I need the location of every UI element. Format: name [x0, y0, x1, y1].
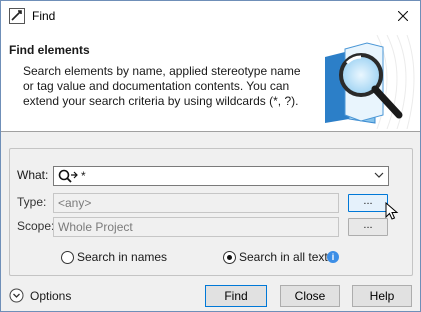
options-label[interactable]: Options [30, 289, 71, 303]
info-icon[interactable]: i [327, 251, 339, 263]
mouse-pointer-icon [385, 202, 399, 220]
header-description: Search elements by name, applied stereot… [23, 64, 301, 108]
search-in-all-texts-radio[interactable] [223, 251, 236, 264]
magnifier-illustration-icon [325, 35, 415, 129]
radio-selected-dot [227, 255, 232, 260]
title-bar: Find [1, 1, 420, 31]
find-button[interactable]: Find [205, 285, 267, 307]
close-button[interactable]: Close [280, 285, 340, 307]
type-value: <any> [58, 196, 92, 210]
header-banner: Find elements Search elements by name, a… [1, 31, 420, 132]
scope-browse-button[interactable]: ... [348, 218, 388, 236]
find-dialog: Find Find elements Search elements by na… [0, 0, 421, 312]
window-title: Find [32, 9, 56, 23]
header-title: Find elements [9, 43, 90, 57]
search-in-names-label[interactable]: Search in names [77, 250, 167, 264]
search-in-names-radio[interactable] [61, 251, 74, 264]
query-search-icon [58, 169, 78, 183]
app-icon [9, 8, 25, 24]
type-label: Type: [17, 195, 47, 209]
what-combobox[interactable]: * [53, 166, 389, 186]
type-field: <any> [53, 193, 339, 213]
scope-field: Whole Project [53, 217, 339, 237]
close-icon [398, 11, 408, 21]
chevron-down-icon[interactable] [374, 171, 384, 179]
scope-value: Whole Project [58, 220, 133, 234]
search-in-all-texts-label[interactable]: Search in all texts [239, 250, 334, 264]
what-value: * [81, 169, 86, 183]
expand-options-icon[interactable] [9, 288, 24, 303]
type-browse-button[interactable]: ... [348, 194, 388, 212]
close-window-button[interactable] [386, 1, 420, 31]
scope-label: Scope: [17, 219, 55, 233]
what-label: What: [17, 168, 49, 182]
help-button[interactable]: Help [352, 285, 412, 307]
